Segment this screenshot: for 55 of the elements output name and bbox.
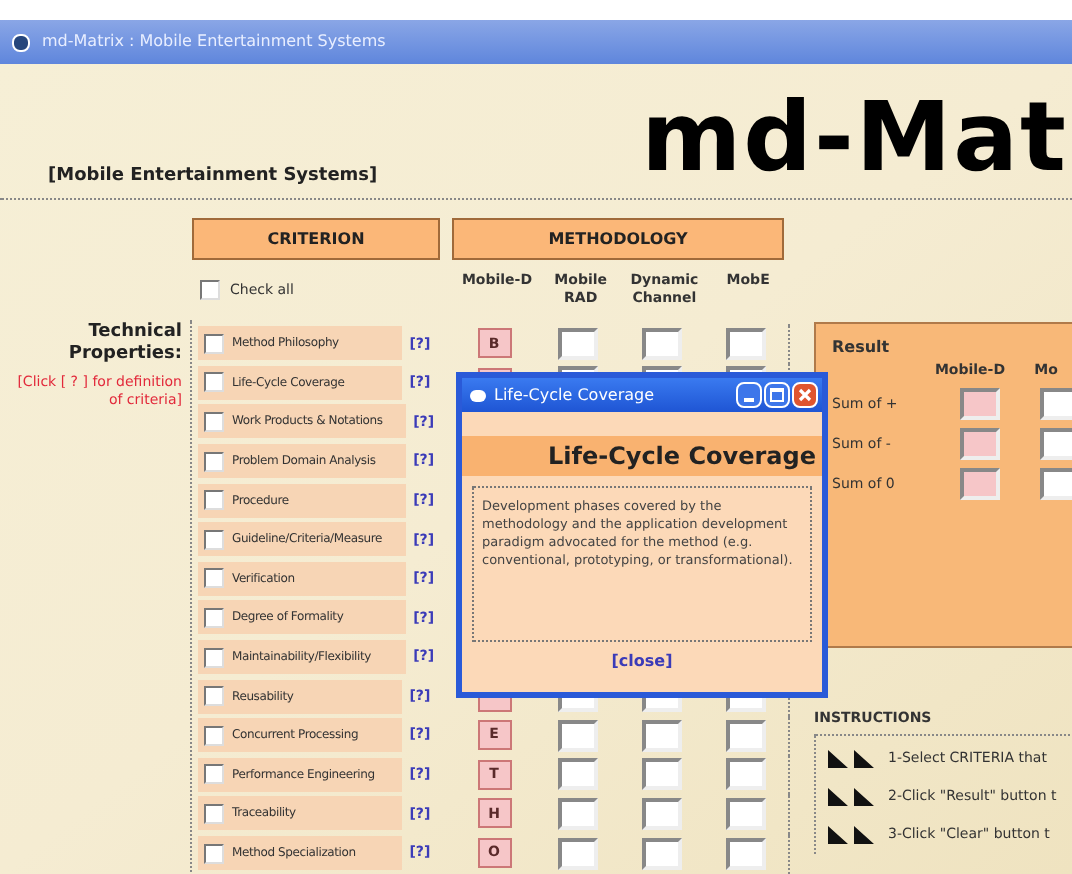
input-field[interactable] bbox=[1040, 388, 1072, 420]
close-button[interactable] bbox=[792, 382, 818, 408]
popup-title: Life-Cycle Coverage bbox=[494, 383, 655, 407]
close-link[interactable]: [close] bbox=[611, 650, 673, 674]
input-field[interactable] bbox=[960, 388, 1000, 420]
input-field[interactable] bbox=[960, 468, 1000, 500]
input-field[interactable] bbox=[558, 797, 598, 830]
window-icon bbox=[470, 389, 486, 401]
section-title: Technical Properties: bbox=[66, 322, 182, 366]
result-title: Result bbox=[832, 336, 892, 360]
popup-heading: Life-Cycle Coverage bbox=[462, 436, 822, 476]
close-icon bbox=[798, 388, 812, 402]
minimize-button[interactable] bbox=[736, 382, 762, 408]
checkbox[interactable] bbox=[204, 411, 224, 432]
input-field[interactable] bbox=[960, 428, 1000, 460]
checkbox[interactable] bbox=[204, 764, 224, 785]
checkbox[interactable] bbox=[204, 372, 224, 393]
checkbox[interactable] bbox=[204, 843, 224, 864]
checkbox[interactable] bbox=[204, 607, 224, 628]
triangles-icon bbox=[828, 825, 876, 843]
input-field[interactable] bbox=[726, 758, 766, 791]
checkbox[interactable] bbox=[204, 803, 224, 824]
checkbox[interactable] bbox=[204, 568, 224, 589]
checkbox[interactable] bbox=[204, 490, 224, 511]
input-field[interactable] bbox=[1040, 468, 1072, 500]
logo: md-Mat bbox=[641, 90, 1068, 186]
checkbox[interactable] bbox=[204, 451, 224, 472]
input-field[interactable] bbox=[726, 837, 766, 870]
input-field[interactable] bbox=[558, 758, 598, 791]
window-title: md-Matrix : Mobile Entertainment Systems bbox=[42, 30, 386, 54]
criterion-header: CRITERION bbox=[192, 218, 440, 260]
input-field[interactable] bbox=[642, 758, 682, 791]
checkbox[interactable] bbox=[204, 686, 224, 707]
page-subtitle: [Mobile Entertainment Systems] bbox=[48, 163, 378, 189]
input-field[interactable] bbox=[642, 837, 682, 870]
maximize-button[interactable] bbox=[764, 382, 790, 408]
checkbox[interactable] bbox=[204, 725, 224, 746]
checkbox[interactable] bbox=[204, 529, 224, 550]
input-field[interactable] bbox=[1040, 428, 1072, 460]
checkbox[interactable] bbox=[204, 647, 224, 668]
checkbox[interactable] bbox=[200, 280, 220, 301]
input-field[interactable] bbox=[726, 797, 766, 830]
input-field[interactable] bbox=[642, 797, 682, 830]
input-field[interactable] bbox=[558, 719, 598, 752]
input-field[interactable] bbox=[558, 327, 598, 360]
window-icon bbox=[12, 33, 30, 51]
input-field[interactable] bbox=[726, 719, 766, 752]
input-field[interactable] bbox=[642, 327, 682, 360]
triangles-icon bbox=[828, 749, 876, 767]
checkbox[interactable] bbox=[204, 333, 224, 354]
input-field[interactable] bbox=[558, 837, 598, 870]
input-field[interactable] bbox=[642, 719, 682, 752]
triangles-icon bbox=[828, 787, 876, 805]
methodology-header: METHODOLOGY bbox=[452, 218, 784, 260]
input-field[interactable] bbox=[726, 327, 766, 360]
